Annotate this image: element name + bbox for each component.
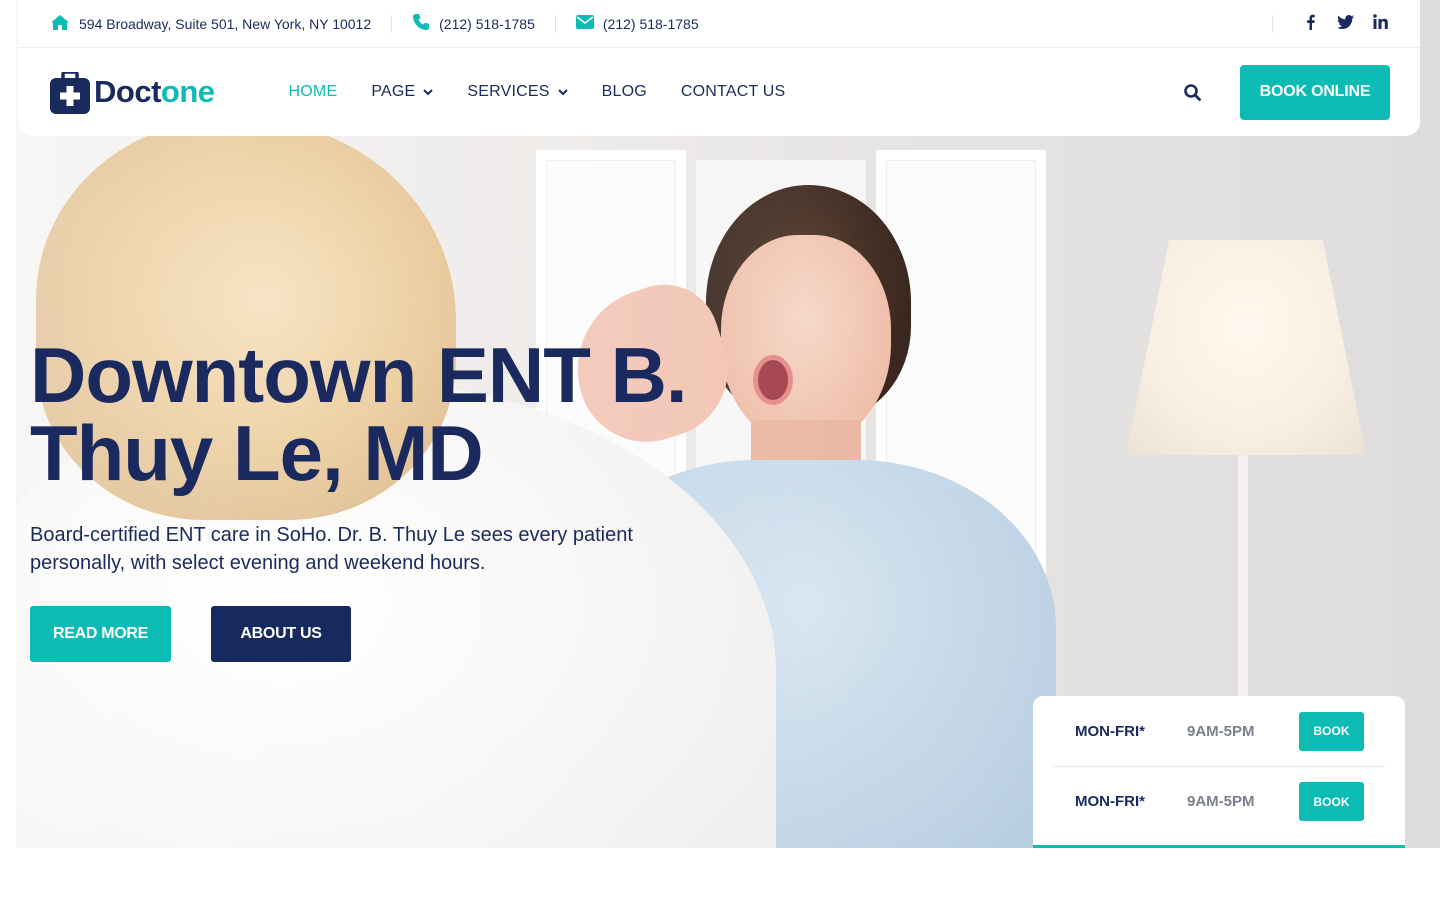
read-more-button[interactable]: READ MORE — [30, 606, 171, 662]
hours-row: MON-FRI* 9AM-5PM BOOK — [1053, 766, 1385, 836]
divider — [554, 14, 556, 33]
top-info-bar: 594 Broadway, Suite 501, New York, NY 10… — [18, 0, 1420, 48]
facebook-icon[interactable] — [1293, 14, 1328, 34]
chevron-down-icon — [557, 83, 568, 101]
home-icon — [50, 14, 70, 34]
logo-text-part1: Doct — [94, 74, 161, 109]
opening-hours-card: MON-FRI* 9AM-5PM BOOK MON-FRI* 9AM-5PM B… — [1033, 696, 1405, 848]
logo-text-part2: one — [160, 74, 215, 109]
main-nav: HOME PAGE SERVICES BLOG CONTACT US — [289, 83, 786, 101]
twitter-icon[interactable] — [1328, 14, 1363, 33]
hours-time: 9AM-5PM — [1187, 793, 1255, 810]
hours-row: MON-FRI* 9AM-5PM BOOK — [1053, 696, 1385, 766]
chevron-down-icon — [423, 83, 434, 101]
nav-label: HOME — [288, 83, 338, 100]
nav-contact-us[interactable]: CONTACT US — [681, 83, 786, 101]
book-button[interactable]: BOOK — [1299, 782, 1364, 821]
main-header: Doctone HOME PAGE SERVICES BLOG CONTACT … — [18, 48, 1420, 136]
hero-title-line2: Thuy Le, MD — [30, 409, 484, 497]
divider — [391, 14, 393, 33]
email-text: (212) 518-1785 — [602, 15, 699, 32]
nav-page[interactable]: PAGE — [371, 83, 434, 101]
envelope-icon — [575, 15, 594, 32]
hero-title: Downtown ENT B. Thuy Le, MD — [30, 336, 790, 492]
hours-day: MON-FRI* — [1075, 793, 1145, 810]
nav-label: BLOG — [601, 83, 647, 100]
address-info: 594 Broadway, Suite 501, New York, NY 10… — [50, 14, 371, 34]
phone-icon — [412, 13, 430, 34]
divider — [1272, 14, 1273, 33]
site-logo[interactable]: Doctone — [50, 70, 215, 114]
nav-label: PAGE — [371, 83, 416, 100]
book-online-button[interactable]: BOOK ONLINE — [1240, 64, 1390, 120]
medical-kit-icon — [50, 70, 90, 114]
nav-home[interactable]: HOME — [289, 83, 338, 101]
social-links — [1272, 14, 1398, 34]
nav-label: CONTACT US — [680, 83, 786, 100]
search-icon[interactable] — [1174, 74, 1210, 110]
hero-subtitle: Board-certified ENT care in SoHo. Dr. B.… — [30, 524, 633, 574]
book-button[interactable]: BOOK — [1299, 711, 1364, 751]
about-us-button[interactable]: ABOUT US — [211, 606, 351, 662]
phone-info[interactable]: (212) 518-1785 — [412, 13, 535, 34]
hours-time: 9AM-5PM — [1187, 722, 1255, 740]
email-info[interactable]: (212) 518-1785 — [575, 15, 699, 32]
linkedin-icon[interactable] — [1363, 14, 1398, 33]
nav-label: SERVICES — [467, 83, 550, 100]
address-text: 594 Broadway, Suite 501, New York, NY 10… — [79, 15, 372, 32]
logo-text: Doctone — [94, 74, 215, 110]
nav-blog[interactable]: BLOG — [602, 83, 647, 101]
phone-text: (212) 518-1785 — [439, 15, 535, 32]
hours-day: MON-FRI* — [1075, 722, 1145, 740]
hero-title-line1: Downtown ENT B. — [30, 331, 688, 419]
nav-services[interactable]: SERVICES — [467, 83, 568, 101]
